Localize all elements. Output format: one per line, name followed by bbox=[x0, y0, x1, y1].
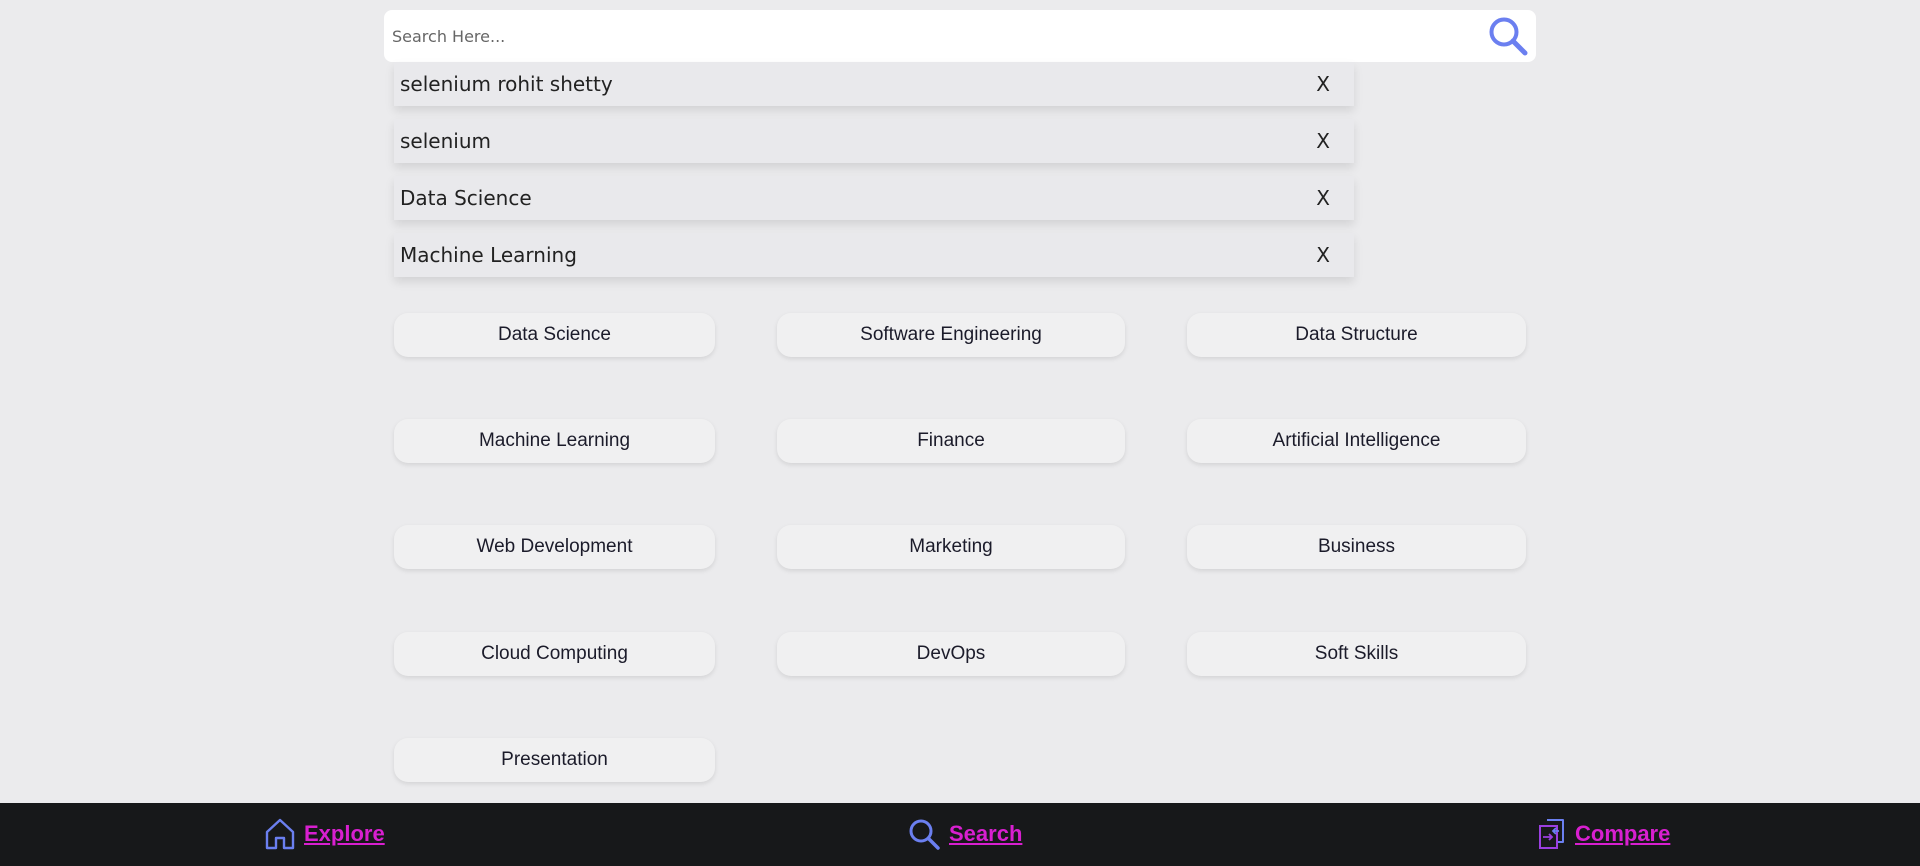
search-page: selenium rohit shetty X selenium X Data … bbox=[0, 0, 1920, 866]
nav-compare[interactable]: Compare bbox=[1537, 815, 1670, 853]
search-input[interactable] bbox=[392, 16, 1472, 56]
search-icon bbox=[909, 819, 940, 850]
recent-searches-list: selenium rohit shetty X selenium X Data … bbox=[394, 62, 1354, 290]
category-chip-business[interactable]: Business bbox=[1187, 525, 1526, 569]
nav-compare-label[interactable]: Compare bbox=[1575, 821, 1670, 847]
remove-recent-search-button[interactable]: X bbox=[1316, 129, 1330, 153]
recent-search-item[interactable]: Machine Learning X bbox=[394, 233, 1354, 277]
category-chip-web-development[interactable]: Web Development bbox=[394, 525, 715, 569]
nav-explore[interactable]: Explore bbox=[264, 815, 385, 853]
category-chip-finance[interactable]: Finance bbox=[777, 419, 1125, 463]
nav-explore-label[interactable]: Explore bbox=[304, 821, 385, 847]
remove-recent-search-button[interactable]: X bbox=[1316, 243, 1330, 267]
category-chip-soft-skills[interactable]: Soft Skills bbox=[1187, 632, 1526, 676]
recent-search-text: selenium rohit shetty bbox=[400, 72, 613, 96]
bottom-nav: Explore Search Compare bbox=[0, 803, 1920, 866]
remove-recent-search-button[interactable]: X bbox=[1316, 186, 1330, 210]
category-chip-data-structure[interactable]: Data Structure bbox=[1187, 313, 1526, 357]
nav-search[interactable]: Search bbox=[907, 815, 1022, 853]
category-chip-cloud-computing[interactable]: Cloud Computing bbox=[394, 632, 715, 676]
home-icon bbox=[265, 818, 295, 850]
category-chip-artificial-intelligence[interactable]: Artificial Intelligence bbox=[1187, 419, 1526, 463]
category-chip-data-science[interactable]: Data Science bbox=[394, 313, 715, 357]
recent-search-item[interactable]: selenium rohit shetty X bbox=[394, 62, 1354, 106]
search-bar bbox=[384, 10, 1536, 62]
recent-search-text: Data Science bbox=[400, 186, 532, 210]
category-chip-presentation[interactable]: Presentation bbox=[394, 738, 715, 782]
category-chip-machine-learning[interactable]: Machine Learning bbox=[394, 419, 715, 463]
search-icon bbox=[1489, 17, 1528, 56]
category-chip-software-engineering[interactable]: Software Engineering bbox=[777, 313, 1125, 357]
recent-search-text: Machine Learning bbox=[400, 243, 577, 267]
search-button[interactable] bbox=[1486, 14, 1530, 58]
nav-search-label[interactable]: Search bbox=[949, 821, 1022, 847]
recent-search-item[interactable]: selenium X bbox=[394, 119, 1354, 163]
remove-recent-search-button[interactable]: X bbox=[1316, 72, 1330, 96]
recent-search-item[interactable]: Data Science X bbox=[394, 176, 1354, 220]
category-chip-devops[interactable]: DevOps bbox=[777, 632, 1125, 676]
recent-search-text: selenium bbox=[400, 129, 491, 153]
category-chip-marketing[interactable]: Marketing bbox=[777, 525, 1125, 569]
compare-icon bbox=[1539, 819, 1564, 849]
